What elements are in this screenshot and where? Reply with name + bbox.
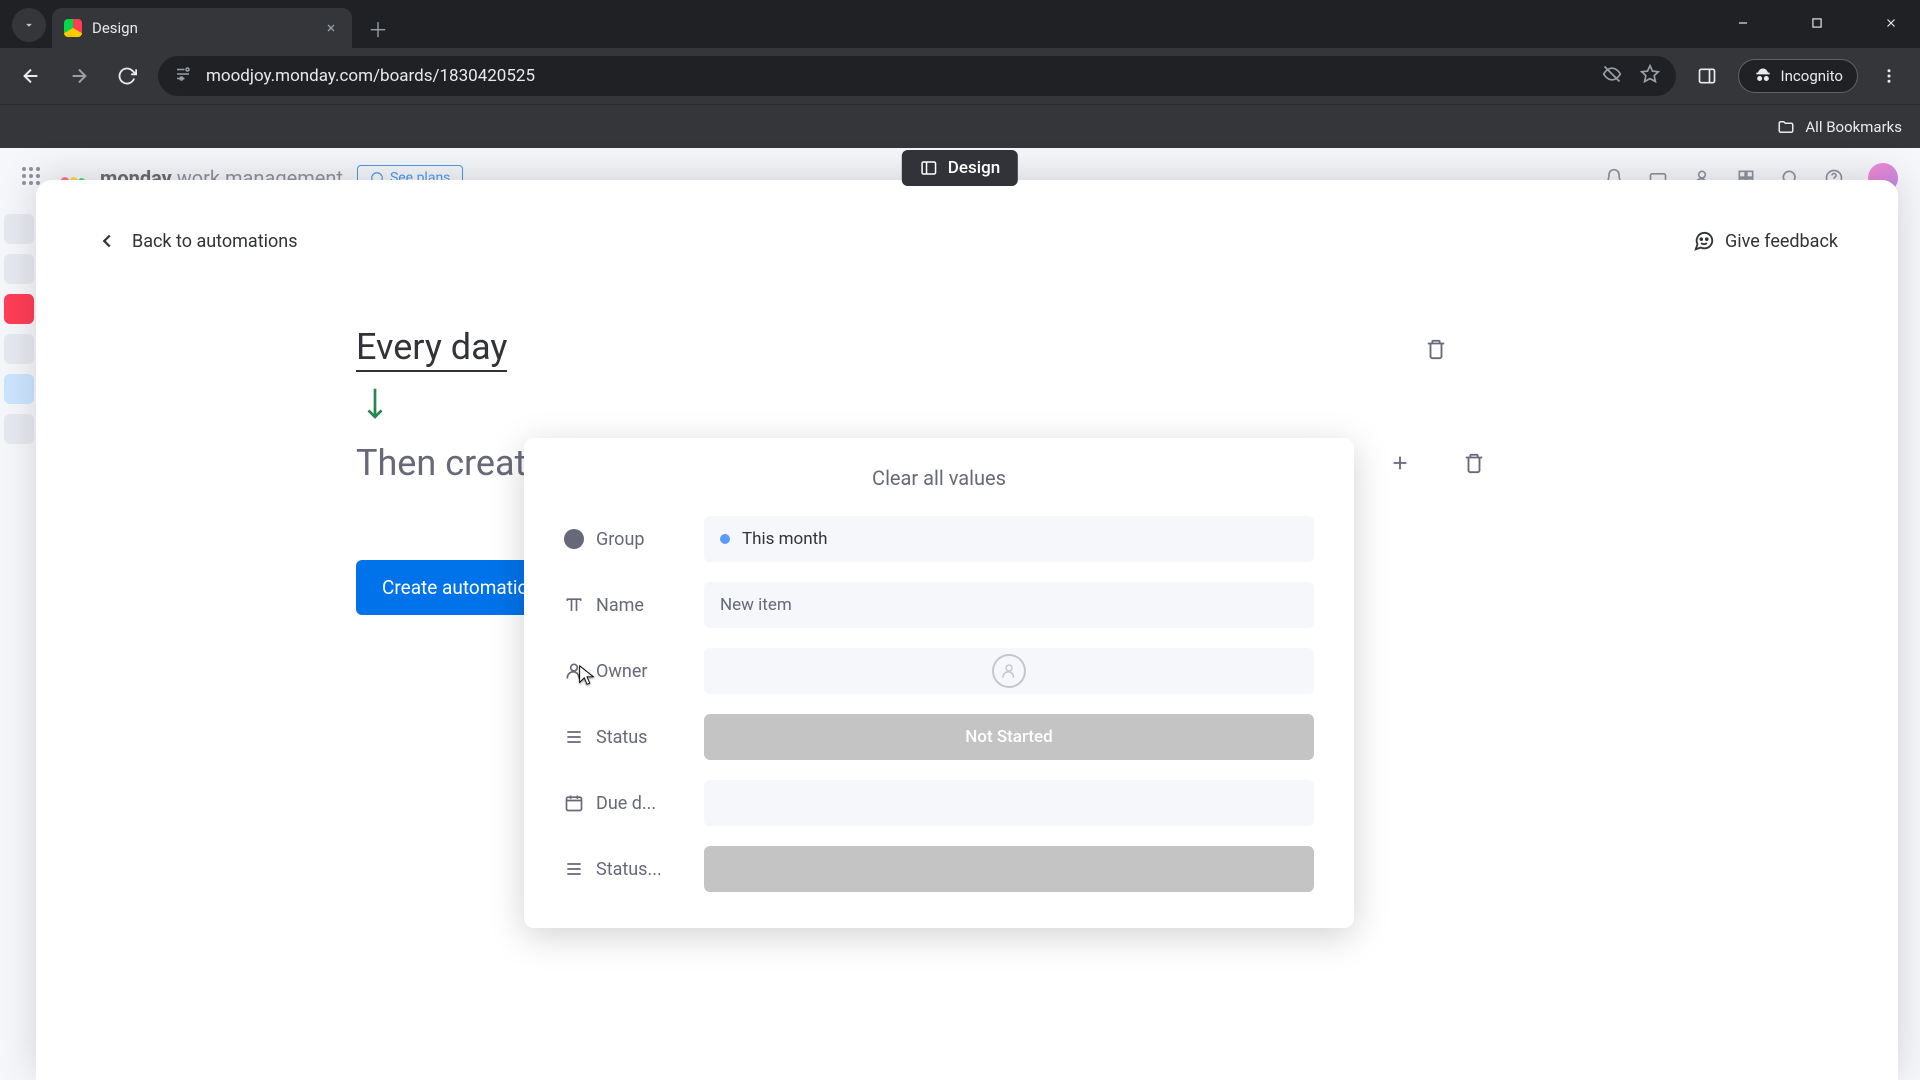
- feedback-label: Give feedback: [1725, 231, 1838, 252]
- close-window-button[interactable]: [1868, 15, 1914, 34]
- chevron-left-icon: [96, 230, 118, 252]
- url-text: moodjoy.monday.com/boards/1830420525: [206, 66, 535, 86]
- create-button-label: Create automation: [382, 576, 539, 599]
- page-viewport: monday work management See plans Design: [0, 148, 1920, 1080]
- owner-avatar-placeholder: [992, 654, 1026, 688]
- delete-action-button[interactable]: [1457, 446, 1491, 480]
- field-owner: Owner: [564, 648, 1314, 694]
- field-status: Status Not Started: [564, 714, 1314, 760]
- status-value: Not Started: [965, 727, 1052, 747]
- field-group: Group This month: [564, 516, 1314, 562]
- tab-title: Design: [92, 19, 138, 37]
- give-feedback-link[interactable]: Give feedback: [1693, 230, 1838, 252]
- group-circle-icon: [564, 529, 584, 549]
- browser-toolbar: moodjoy.monday.com/boards/1830420525 Inc…: [0, 48, 1920, 104]
- sidebar-item[interactable]: [4, 294, 34, 324]
- group-label: Group: [596, 529, 644, 550]
- minimize-button[interactable]: [1720, 15, 1766, 34]
- trigger-text[interactable]: Every day: [356, 326, 507, 372]
- browser-tab-strip: Design ＋: [0, 0, 1920, 48]
- incognito-indicator[interactable]: Incognito: [1738, 59, 1858, 93]
- person-icon: [564, 661, 584, 681]
- group-value: This month: [742, 529, 828, 549]
- sidebar-item[interactable]: [4, 374, 34, 404]
- group-color-dot: [720, 534, 730, 544]
- status-label: Status: [596, 727, 647, 748]
- new-tab-button[interactable]: ＋: [362, 12, 394, 44]
- name-label: Name: [596, 595, 644, 616]
- sidebar-item[interactable]: [4, 334, 34, 364]
- calendar-icon: [564, 793, 584, 813]
- all-bookmarks-link[interactable]: All Bookmarks: [1805, 118, 1902, 136]
- tab-search-button[interactable]: [12, 8, 46, 42]
- field-status-2: Status...: [564, 846, 1314, 892]
- item-values-popover: Clear all values Group This month Name N…: [524, 438, 1354, 928]
- group-selector[interactable]: This month: [704, 516, 1314, 562]
- board-name-pill[interactable]: Design: [902, 150, 1018, 186]
- close-tab-icon[interactable]: [322, 19, 340, 37]
- bookmark-star-icon[interactable]: [1640, 64, 1660, 89]
- site-settings-icon[interactable]: [174, 65, 192, 87]
- back-to-automations-link[interactable]: Back to automations: [96, 230, 298, 252]
- clear-all-values-link[interactable]: Clear all values: [564, 466, 1314, 490]
- board-name-text: Design: [948, 158, 1000, 178]
- back-button[interactable]: [14, 59, 48, 93]
- action-text[interactable]: Then create: [356, 442, 545, 484]
- status-selector[interactable]: Not Started: [704, 714, 1314, 760]
- back-label: Back to automations: [132, 231, 298, 252]
- browser-menu-button[interactable]: [1872, 59, 1906, 93]
- folder-icon: [1777, 118, 1795, 136]
- field-name: Name New item: [564, 582, 1314, 628]
- address-bar[interactable]: moodjoy.monday.com/boards/1830420525: [158, 56, 1676, 96]
- maximize-button[interactable]: [1794, 15, 1840, 34]
- sidebar-item[interactable]: [4, 254, 34, 284]
- reload-button[interactable]: [110, 59, 144, 93]
- side-panel-button[interactable]: [1690, 59, 1724, 93]
- name-value: New item: [720, 595, 792, 615]
- left-sidebar: [0, 204, 38, 1080]
- trigger-row: Every day: [356, 322, 1656, 376]
- sidebar-item[interactable]: [4, 414, 34, 444]
- owner-selector[interactable]: [704, 648, 1314, 694]
- field-due-date: Due d...: [564, 780, 1314, 826]
- status2-label: Status...: [596, 859, 662, 880]
- flow-arrow-icon: [362, 386, 1656, 428]
- browser-tab[interactable]: Design: [52, 8, 352, 48]
- tracking-icon[interactable]: [1602, 64, 1622, 89]
- add-action-button[interactable]: [1383, 446, 1417, 480]
- window-controls: [1720, 0, 1914, 48]
- due-label: Due d...: [596, 793, 656, 814]
- status-icon: [564, 727, 584, 747]
- feedback-icon: [1693, 230, 1715, 252]
- forward-button[interactable]: [62, 59, 96, 93]
- due-date-input[interactable]: [704, 780, 1314, 826]
- text-icon: [564, 595, 584, 615]
- sidebar-item[interactable]: [4, 214, 34, 244]
- delete-trigger-button[interactable]: [1419, 332, 1453, 366]
- status-icon: [564, 859, 584, 879]
- name-input[interactable]: New item: [704, 582, 1314, 628]
- owner-label: Owner: [596, 661, 648, 682]
- bookmarks-bar: All Bookmarks: [0, 104, 1920, 148]
- incognito-label: Incognito: [1781, 67, 1843, 85]
- status2-selector[interactable]: [704, 846, 1314, 892]
- tab-favicon: [64, 19, 82, 37]
